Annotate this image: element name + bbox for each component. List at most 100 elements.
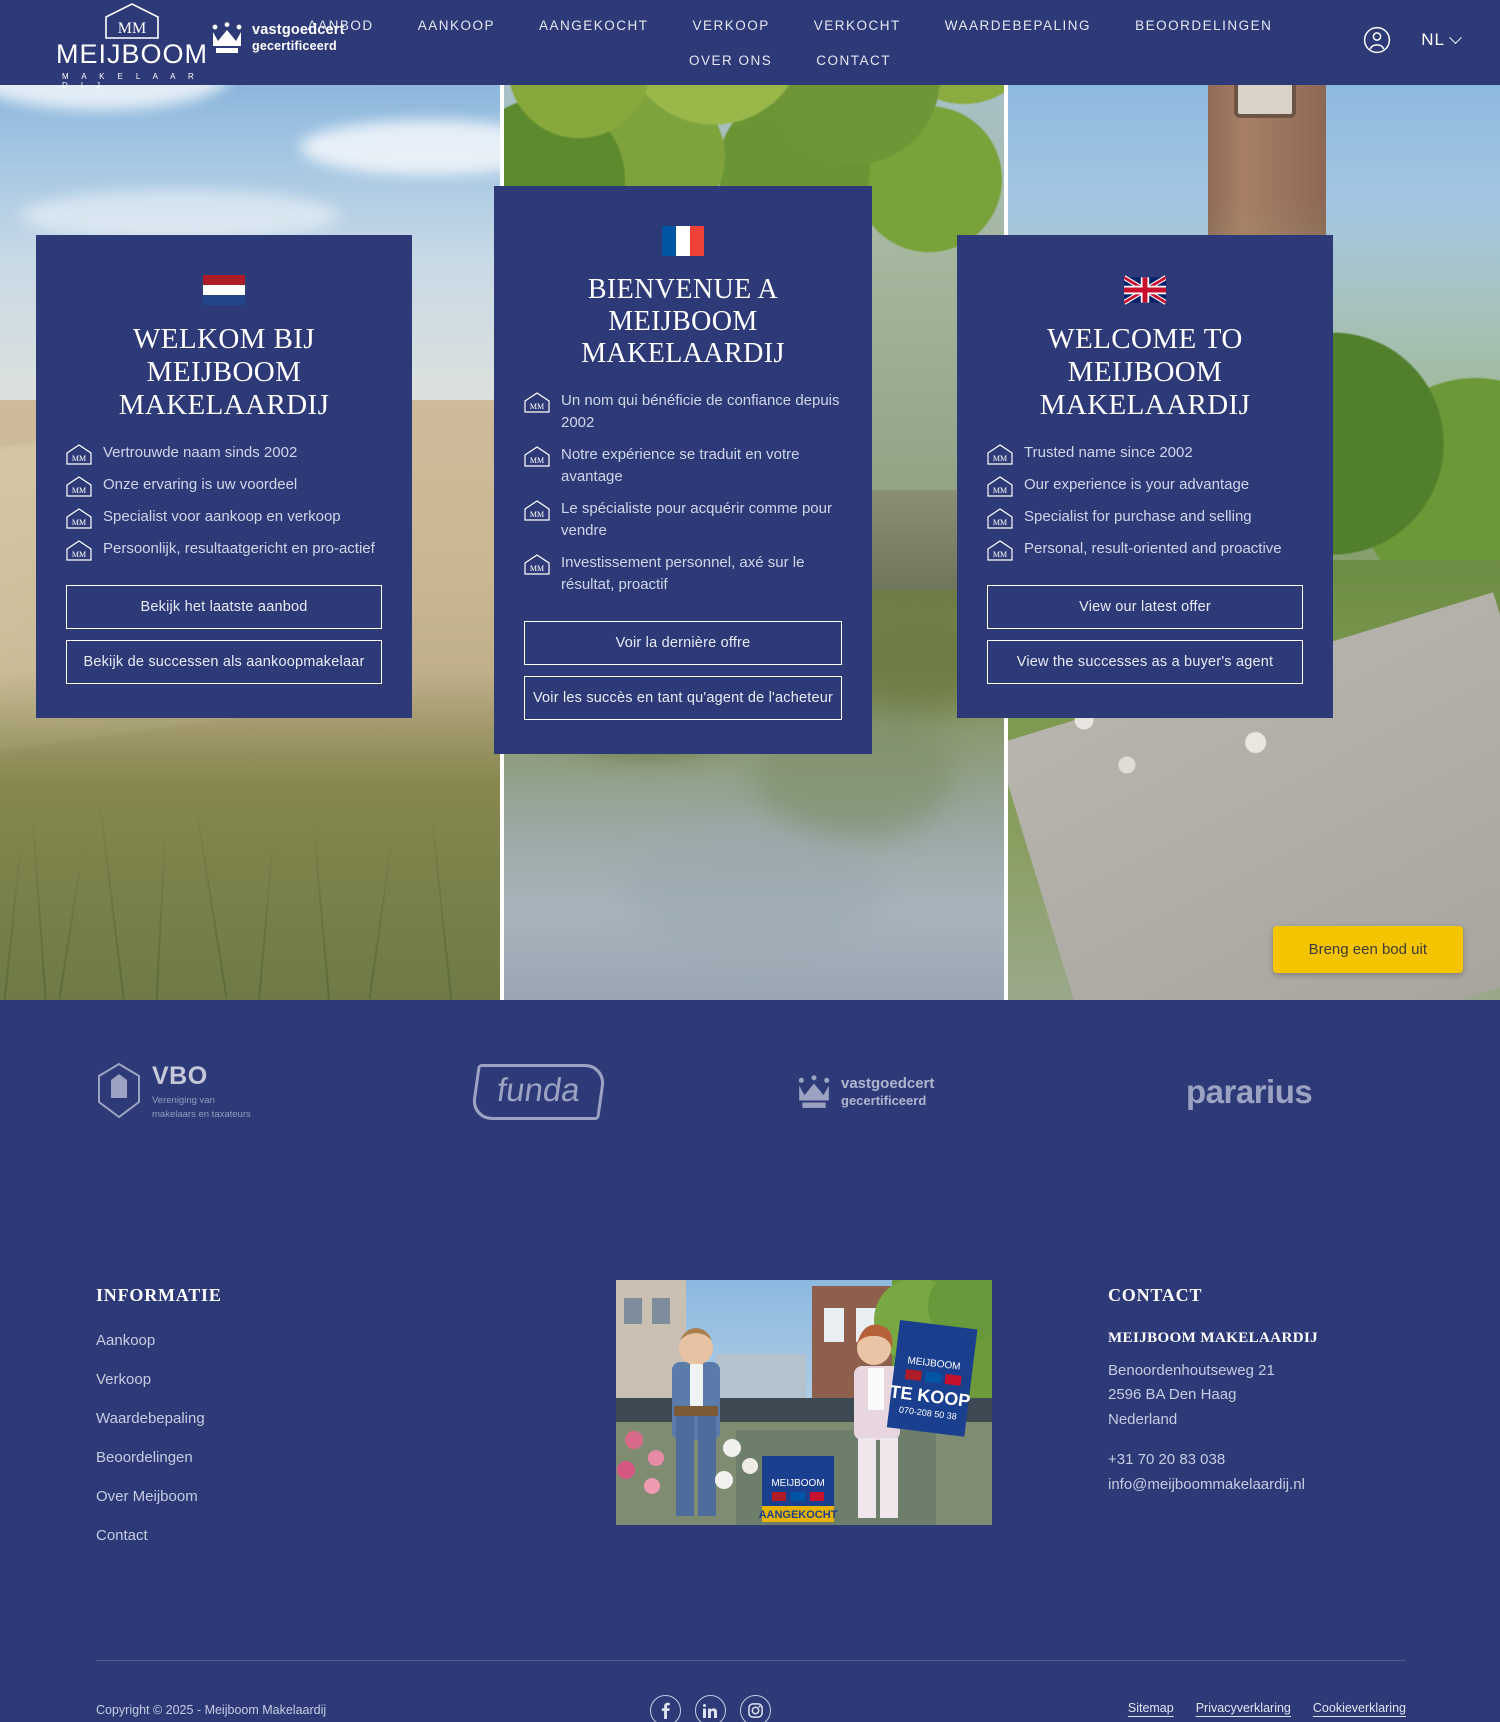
nav-item-aankoop[interactable]: AANKOOP: [396, 8, 517, 43]
user-circle-icon[interactable]: [1363, 26, 1391, 54]
french-buyer-successes-button[interactable]: Voir les succès en tant qu'agent de l'ac…: [524, 675, 842, 720]
svg-text:MM: MM: [118, 20, 146, 37]
footer-link-over-meijboom[interactable]: Over Meijboom: [96, 1488, 396, 1505]
partner-pararius[interactable]: pararius: [1056, 1073, 1386, 1111]
footer-link-contact[interactable]: Contact: [96, 1527, 396, 1544]
french-latest-offer-button[interactable]: Voir la dernière offre: [524, 620, 842, 665]
flag-united-kingdom-icon: [1124, 275, 1166, 305]
partner-vastgoedcert[interactable]: vastgoedcert gecertificeerd: [726, 1075, 1056, 1109]
footer-legal-links: Sitemap Privacyverklaring Cookieverklari…: [1128, 1701, 1406, 1715]
meijboom-house-icon: MM: [524, 499, 550, 521]
crown-icon: [798, 1075, 830, 1108]
chevron-down-icon: [1449, 30, 1462, 44]
meijboom-house-logo-icon: MM: [104, 2, 160, 40]
hero-panel-english: WELCOME TO MEIJBOOM MAKELAARDIJ MM Trust…: [957, 235, 1333, 719]
footer-link-cookieverklaring[interactable]: Cookieverklaring: [1313, 1701, 1406, 1715]
bullet-text: Personal, result-oriented and proactive: [1024, 540, 1282, 558]
footer-link-waardebepaling[interactable]: Waardebepaling: [96, 1410, 396, 1427]
footer-address-line2: 2596 BA Den Haag: [1108, 1386, 1237, 1404]
site-logo[interactable]: MM MEIJBOOM M A K E L A A R D I J: [56, 2, 207, 90]
instagram-icon[interactable]: [740, 1695, 771, 1722]
footer-bottom-bar: Copyright © 2025 - Meijboom Makelaardij …: [0, 1695, 1500, 1722]
meijboom-house-icon: MM: [987, 508, 1013, 529]
dutch-buyer-successes-button[interactable]: Bekijk de successen als aankoopmakelaar: [66, 640, 382, 685]
bullet-item: MM Vertrouwde naam sinds 2002: [66, 442, 382, 465]
bullet-item: MM Un nom qui bénéficie de confiance dep…: [524, 390, 842, 435]
bullet-text: Specialist for purchase and selling: [1024, 508, 1252, 526]
footer-email[interactable]: info@meijboommakelaardij.nl: [1108, 1473, 1438, 1497]
svg-text:MM: MM: [72, 454, 86, 463]
meijboom-house-icon: MM: [987, 476, 1013, 497]
footer-team-photo: MEIJBOOM TE KOOP 070-208 50 38 MEIJBOOM …: [616, 1280, 992, 1525]
linkedin-icon[interactable]: [695, 1695, 726, 1722]
footer-link-verkoop[interactable]: Verkoop: [96, 1371, 396, 1388]
crown-icon: [212, 22, 242, 53]
partner-pararius-name: pararius: [1186, 1073, 1313, 1110]
footer-social-links: [650, 1695, 771, 1722]
english-latest-offer-button[interactable]: View our latest offer: [987, 585, 1303, 630]
nav-item-beoordelingen[interactable]: BEOORDELINGEN: [1113, 8, 1294, 43]
footer-copyright: Copyright © 2025 - Meijboom Makelaardij: [96, 1703, 327, 1717]
nav-item-aangekocht[interactable]: AANGEKOCHT: [517, 8, 671, 43]
vbo-logo-icon: [98, 1062, 140, 1119]
flag-france-icon: [662, 226, 704, 256]
bullet-item: MM Persoonlijk, resultaatgericht en pro-…: [66, 538, 382, 561]
footer-link-privacyverklaring[interactable]: Privacyverklaring: [1196, 1701, 1291, 1715]
meijboom-house-icon: MM: [524, 391, 550, 413]
panel-title-english: WELCOME TO MEIJBOOM MAKELAARDIJ: [1039, 323, 1251, 422]
footer-phone[interactable]: +31 70 20 83 038: [1108, 1448, 1438, 1472]
partner-vastgoedcert-name: vastgoedcert: [841, 1075, 935, 1093]
footer-link-beoordelingen[interactable]: Beoordelingen: [96, 1449, 396, 1466]
bullet-text: Vertrouwde naam sinds 2002: [103, 444, 298, 462]
site-header: MM MEIJBOOM M A K E L A A R D I J vastgo…: [0, 0, 1500, 90]
footer-link-aankoop[interactable]: Aankoop: [96, 1332, 396, 1349]
nav-item-verkocht[interactable]: VERKOCHT: [792, 8, 923, 43]
header-utilities: NL: [1363, 26, 1462, 54]
bullet-text: Investissement personnel, axé sur le rés…: [561, 553, 805, 594]
hero-panel-dutch: WELKOM BIJ MEIJBOOM MAKELAARDIJ MM Vertr…: [36, 235, 412, 719]
partner-funda[interactable]: funda: [396, 1064, 726, 1120]
bullet-text: Our experience is your advantage: [1024, 476, 1250, 494]
bullet-text: Persoonlijk, resultaatgericht en pro-act…: [103, 540, 375, 558]
svg-text:MM: MM: [72, 518, 86, 527]
bullet-text: Specialist voor aankoop en verkoop: [103, 508, 341, 526]
bullet-item: MM Specialist for purchase and selling: [987, 506, 1303, 529]
bullet-text: Trusted name since 2002: [1024, 444, 1193, 462]
svg-text:MM: MM: [993, 550, 1007, 559]
partner-vbo-tagline2: makelaars en taxateurs: [152, 1109, 251, 1120]
bullet-item: MM Investissement personnel, axé sur le …: [524, 552, 842, 597]
nav-item-contact[interactable]: CONTACT: [794, 43, 913, 78]
meijboom-house-icon: MM: [524, 553, 550, 575]
footer-link-sitemap[interactable]: Sitemap: [1128, 1701, 1174, 1715]
make-offer-button[interactable]: Breng een bod uit: [1272, 926, 1463, 973]
bullet-text: Le spécialiste pour acquérir comme pour …: [561, 499, 832, 540]
partner-vbo[interactable]: VBO Vereniging van makelaars en taxateur…: [96, 1062, 396, 1122]
partner-funda-name: funda: [470, 1064, 607, 1120]
nav-item-aanbod[interactable]: AANBOD: [286, 8, 396, 43]
facebook-icon[interactable]: [650, 1695, 681, 1722]
dutch-latest-offer-button[interactable]: Bekijk het laatste aanbod: [66, 585, 382, 630]
nav-item-waardebepaling[interactable]: WAARDEBEPALING: [923, 8, 1113, 43]
nav-row-primary: AANBOD AANKOOP AANGEKOCHT VERKOOP VERKOC…: [308, 8, 1271, 43]
meijboom-house-icon: MM: [66, 508, 92, 529]
bullet-item: MM Le spécialiste pour acquérir comme po…: [524, 498, 842, 543]
svg-text:MM: MM: [530, 456, 544, 465]
meijboom-house-icon: MM: [524, 445, 550, 467]
main-navigation: AANBOD AANKOOP AANGEKOCHT VERKOOP VERKOC…: [308, 0, 1271, 78]
bullet-text: Notre expérience se traduit en votre ava…: [561, 445, 800, 486]
nav-item-verkoop[interactable]: VERKOOP: [670, 8, 791, 43]
bullet-item: MM Onze ervaring is uw voordeel: [66, 474, 382, 497]
footer-contact-column: CONTACT MEIJBOOM MAKELAARDIJ Benoordenho…: [1108, 1285, 1438, 1497]
panel-title-french: BIENVENUE A MEIJBOOM MAKELAARDIJ: [581, 274, 785, 369]
logo-tagline: M A K E L A A R D I J: [62, 72, 200, 90]
nav-item-over-ons[interactable]: OVER ONS: [667, 43, 794, 78]
hero-panel-french: BIENVENUE A MEIJBOOM MAKELAARDIJ MM Un n…: [494, 186, 872, 754]
footer-information-heading: INFORMATIE: [96, 1285, 222, 1305]
bullet-text: Onze ervaring is uw voordeel: [103, 476, 298, 494]
language-label: NL: [1421, 30, 1445, 49]
bullet-list-dutch: MM Vertrouwde naam sinds 2002 MM Onze er…: [66, 442, 382, 561]
language-selector[interactable]: NL: [1421, 30, 1462, 50]
svg-text:MM: MM: [530, 510, 544, 519]
bullet-list-english: MM Trusted name since 2002 MM Our experi…: [987, 442, 1303, 561]
english-buyer-successes-button[interactable]: View the successes as a buyer's agent: [987, 640, 1303, 685]
